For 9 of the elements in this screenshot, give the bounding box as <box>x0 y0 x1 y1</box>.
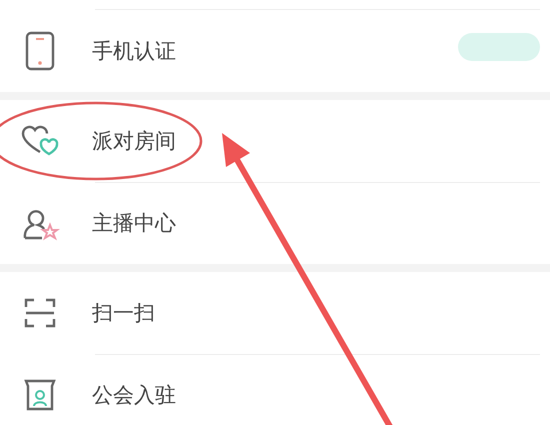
phone-icon <box>24 31 56 71</box>
menu-item[interactable]: 派对房间 <box>92 127 176 155</box>
menu-item[interactable]: 扫一扫 <box>92 299 155 327</box>
menu-item[interactable]: 公会入驻 <box>92 381 176 409</box>
menu-item[interactable]: 主播中心 <box>92 209 176 237</box>
scan-icon <box>23 296 57 330</box>
menu-item[interactable]: 手机认证 <box>92 37 176 65</box>
hearts-icon <box>20 124 60 158</box>
guild-icon <box>23 378 57 412</box>
